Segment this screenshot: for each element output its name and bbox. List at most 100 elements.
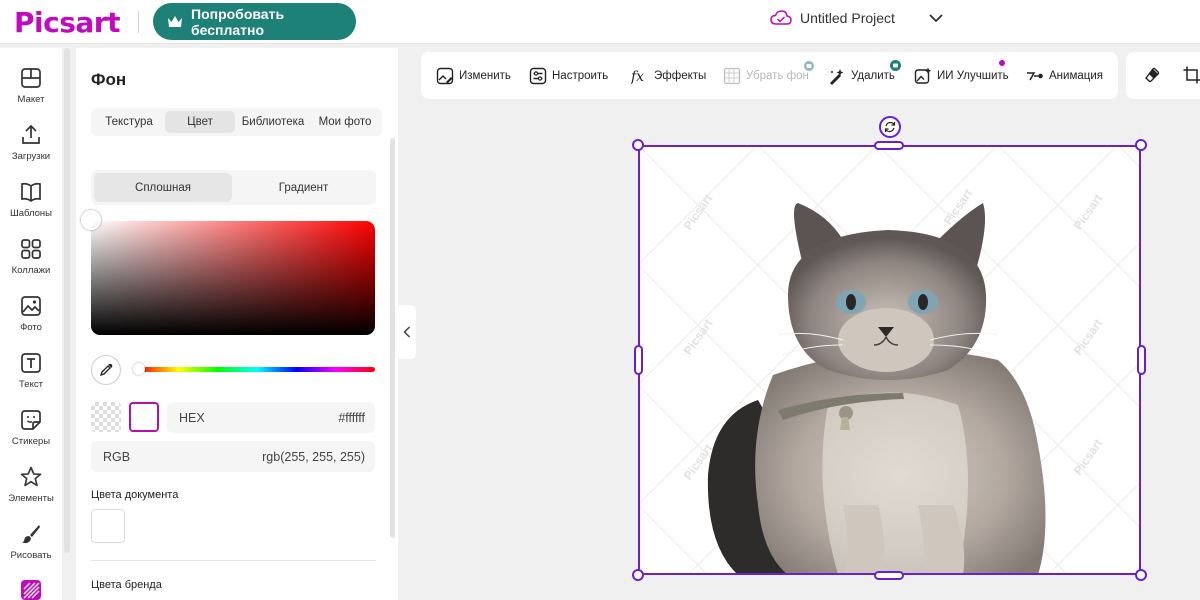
premium-badge-icon: [890, 60, 901, 71]
rgb-label: RGB: [103, 449, 131, 464]
text-icon: [21, 353, 41, 373]
resize-handle-bottom[interactable]: [874, 571, 904, 580]
picsart-logo[interactable]: Picsart: [14, 6, 120, 39]
edit-toolbar: Изменить Настроить fx Эффекты Убрать фон…: [421, 52, 1118, 99]
new-dot-icon: [999, 60, 1005, 66]
try-free-button[interactable]: Попробовать бесплатно: [153, 3, 356, 40]
transparent-swatch[interactable]: [91, 402, 121, 432]
rail-label: Текст: [19, 379, 43, 390]
tool-animation[interactable]: Анимация: [1026, 52, 1103, 99]
rail-item-collages[interactable]: Коллажи: [0, 237, 62, 289]
cloud-saved-icon: [770, 10, 792, 25]
resize-handle-top-right[interactable]: [1135, 139, 1147, 151]
crop-icon[interactable]: [1183, 66, 1200, 84]
rail-label: Элементы: [8, 493, 54, 504]
design-canvas[interactable]: Picsart Picsart Picsart Picsart Picsart …: [638, 145, 1141, 575]
tool-adjust[interactable]: Настроить: [529, 52, 608, 99]
secondary-toolbar: [1126, 52, 1200, 99]
cat-photo[interactable]: [638, 145, 1141, 575]
tool-ai-enhance[interactable]: ИИ Улучшить: [914, 52, 1009, 99]
mode-solid[interactable]: Сплошная: [94, 173, 232, 202]
tool-animation-label: Анимация: [1049, 69, 1103, 82]
tab-color[interactable]: Цвет: [165, 111, 235, 133]
effects-fx-icon: fx: [631, 69, 644, 85]
resize-handle-top[interactable]: [874, 141, 904, 150]
adjust-icon: [529, 67, 547, 84]
left-rail: Макет Загрузки Шаблоны Коллажи Фото Текс…: [0, 48, 62, 600]
magic-eraser-icon: [830, 68, 844, 85]
hex-input[interactable]: HEX #ffffff: [167, 402, 375, 433]
background-panel: Фон Текстура Цвет Библиотека Мои фото Сп…: [76, 48, 398, 600]
eraser-icon[interactable]: [1143, 66, 1161, 84]
tool-edit[interactable]: Изменить: [436, 52, 511, 99]
header-divider: [138, 11, 139, 33]
resize-handle-bottom-left[interactable]: [632, 569, 644, 581]
rail-label: Шаблоны: [9, 208, 52, 219]
premium-badge-icon: [804, 61, 814, 71]
hue-slider-handle[interactable]: [133, 363, 145, 375]
rgb-input[interactable]: RGB rgb(255, 255, 255): [91, 441, 375, 472]
rail-item-background[interactable]: [0, 578, 62, 600]
rail-item-templates[interactable]: Шаблоны: [0, 180, 62, 232]
resize-handle-right[interactable]: [1137, 345, 1146, 375]
tool-effects-label: Эффекты: [654, 69, 707, 82]
rail-label: Коллажи: [11, 265, 51, 276]
selected-color-swatch[interactable]: [129, 402, 159, 432]
rail-item-layout[interactable]: Макет: [0, 66, 62, 118]
rail-item-photo[interactable]: Фото: [0, 294, 62, 346]
rail-item-text[interactable]: Текст: [0, 351, 62, 403]
hex-value: #ffffff: [338, 410, 365, 425]
rail-item-uploads[interactable]: Загрузки: [0, 123, 62, 175]
crown-icon: [168, 15, 182, 27]
color-picker-handle[interactable]: [81, 210, 101, 230]
rail-item-stickers[interactable]: Стикеры: [0, 408, 62, 460]
resize-handle-left[interactable]: [634, 345, 643, 375]
rail-item-draw[interactable]: Рисовать: [0, 522, 62, 574]
rotate-handle[interactable]: [879, 116, 901, 138]
resize-handle-top-left[interactable]: [632, 139, 644, 151]
tool-remove-background[interactable]: Убрать фон: [723, 52, 809, 99]
tab-texture[interactable]: Текстура: [95, 111, 163, 133]
photo-icon: [21, 296, 41, 316]
mode-gradient[interactable]: Градиент: [234, 173, 373, 202]
tool-delete[interactable]: Удалить: [828, 52, 895, 99]
upload-icon: [22, 124, 40, 144]
top-bar: Picsart Попробовать бесплатно Untitled P…: [0, 0, 1200, 44]
tab-my-photos[interactable]: Мои фото: [311, 111, 379, 133]
document-color-swatch[interactable]: [91, 509, 125, 543]
try-free-label: Попробовать бесплатно: [191, 5, 285, 38]
resize-handle-bottom-right[interactable]: [1135, 569, 1147, 581]
eyedropper-button[interactable]: [91, 355, 121, 385]
rail-label: Фото: [20, 322, 42, 333]
collage-icon: [21, 239, 41, 259]
ai-enhance-icon: [914, 67, 932, 84]
hue-slider[interactable]: [139, 367, 375, 372]
hex-label: HEX: [179, 410, 205, 425]
chevron-down-icon: [929, 13, 943, 22]
project-title-dropdown[interactable]: Untitled Project: [770, 10, 943, 26]
svg-text:fx: fx: [631, 69, 644, 85]
tool-adjust-label: Настроить: [552, 69, 609, 82]
tab-library[interactable]: Библиотека: [237, 111, 309, 133]
tool-effects[interactable]: fx Эффекты: [631, 52, 706, 99]
panel-scrollbar[interactable]: [390, 138, 395, 538]
eyedropper-icon: [99, 363, 113, 377]
animation-icon: [1027, 71, 1043, 80]
edit-image-icon: [436, 67, 454, 84]
background-pattern-icon: [21, 580, 41, 600]
document-colors-heading: Цвета документа: [91, 489, 179, 501]
rgb-value: rgb(255, 255, 255): [262, 449, 365, 464]
templates-icon: [21, 182, 41, 203]
brush-icon: [22, 525, 40, 544]
tool-remove-bg-label: Убрать фон: [746, 69, 809, 82]
remove-bg-icon: [723, 67, 741, 84]
background-tabs: Текстура Цвет Библиотека Мои фото: [91, 108, 382, 136]
collapse-panel-button[interactable]: [398, 305, 416, 359]
rail-label: Макет: [17, 94, 45, 105]
panel-title: Фон: [91, 70, 127, 89]
saturation-value-picker[interactable]: [91, 221, 375, 335]
tool-edit-label: Изменить: [459, 69, 511, 82]
rail-item-elements[interactable]: Элементы: [0, 465, 62, 517]
tool-delete-label: Удалить: [851, 69, 895, 82]
rail-scrollbar[interactable]: [64, 48, 70, 553]
